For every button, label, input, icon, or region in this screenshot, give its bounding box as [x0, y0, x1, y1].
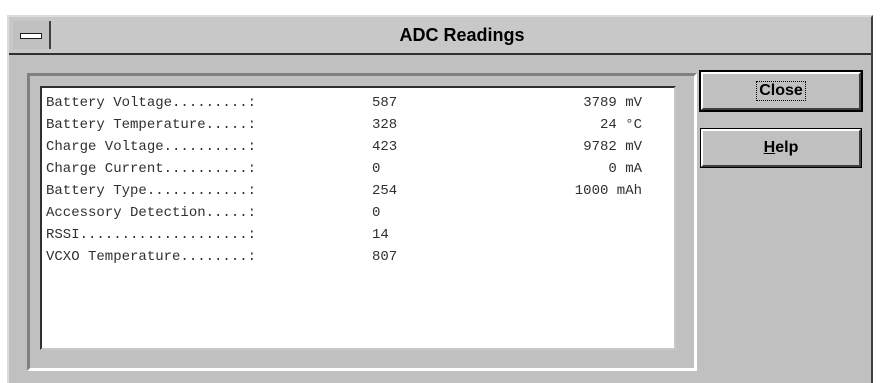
- window-title: ADC Readings: [399, 25, 525, 45]
- reading-label: Charge Current..........:: [46, 161, 257, 177]
- reading-label: VCXO Temperature........:: [46, 249, 257, 265]
- close-button-label: Close: [756, 81, 806, 101]
- reading-raw-value: 423: [372, 139, 398, 155]
- title-bar: ADC Readings: [9, 17, 871, 55]
- reading-label: Charge Voltage..........:: [46, 139, 257, 155]
- reading-raw-value: 0: [372, 161, 381, 177]
- reading-label: Accessory Detection.....:: [46, 205, 257, 221]
- reading-row: Battery Type............: 254 1000 mAh: [46, 180, 642, 202]
- reading-converted-value: 9782 mV: [583, 139, 642, 155]
- reading-row: VCXO Temperature........: 807: [46, 246, 397, 268]
- system-menu-button[interactable]: [13, 21, 51, 49]
- reading-row: Battery Temperature.....: 328 24 °C: [46, 114, 642, 136]
- reading-converted-value: 3789 mV: [583, 95, 642, 111]
- reading-raw-value: 0: [372, 205, 381, 221]
- reading-label: Battery Type............:: [46, 183, 257, 199]
- readings-group: Battery Voltage.........: 587 3789 mV Ba…: [27, 73, 697, 371]
- help-button-mnemonic: H: [763, 139, 776, 156]
- help-button[interactable]: Help: [700, 128, 862, 168]
- reading-label: Battery Voltage.........:: [46, 95, 257, 111]
- reading-raw-value: 807: [372, 249, 398, 265]
- reading-raw-value: 14: [372, 227, 389, 243]
- reading-row: Accessory Detection.....: 0: [46, 202, 380, 224]
- reading-converted-value: 0 mA: [608, 161, 642, 177]
- reading-row: Charge Current..........: 0 0 mA: [46, 158, 642, 180]
- close-button[interactable]: Close: [699, 70, 863, 112]
- adc-readings-window: ADC Readings Battery Voltage.........: 5…: [7, 15, 873, 383]
- reading-converted-value: 1000 mAh: [574, 183, 642, 199]
- reading-raw-value: 328: [372, 117, 398, 133]
- readings-list: Battery Voltage.........: 587 3789 mV Ba…: [40, 86, 676, 350]
- reading-label: RSSI....................:: [46, 227, 257, 243]
- reading-row: Charge Voltage..........: 423 9782 mV: [46, 136, 642, 158]
- help-button-label: elp: [775, 139, 799, 156]
- system-menu-icon: [20, 33, 42, 39]
- reading-raw-value: 587: [372, 95, 398, 111]
- reading-converted-value: 24 °C: [599, 117, 642, 133]
- reading-raw-value: 254: [372, 183, 398, 199]
- reading-row: RSSI....................: 14: [46, 224, 389, 246]
- reading-label: Battery Temperature.....:: [46, 117, 257, 133]
- reading-row: Battery Voltage.........: 587 3789 mV: [46, 92, 642, 114]
